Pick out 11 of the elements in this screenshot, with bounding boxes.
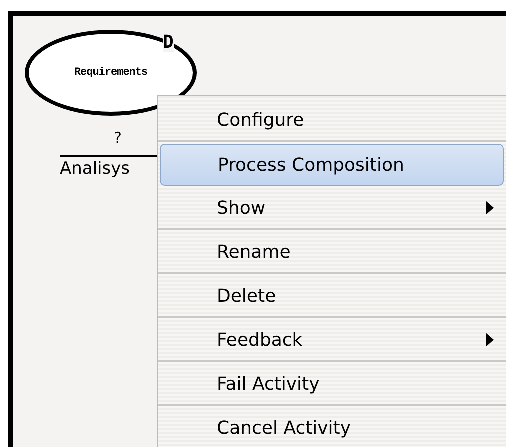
menu-item[interactable]: Feedback [158, 320, 506, 362]
menu-item[interactable]: Delete [158, 276, 506, 318]
menu-item[interactable]: Process Composition [160, 144, 504, 186]
menu-item[interactable]: Configure [158, 100, 506, 142]
activity-status: ? [114, 129, 122, 147]
menu-item[interactable]: Show [158, 188, 506, 230]
activity-badge: D [163, 34, 174, 52]
activity-name: Requirements [74, 67, 148, 79]
menu-item[interactable]: Rename [158, 232, 506, 274]
menu-item[interactable]: Cancel Activity [158, 408, 506, 447]
menu-item[interactable]: Fail Activity [158, 364, 506, 406]
